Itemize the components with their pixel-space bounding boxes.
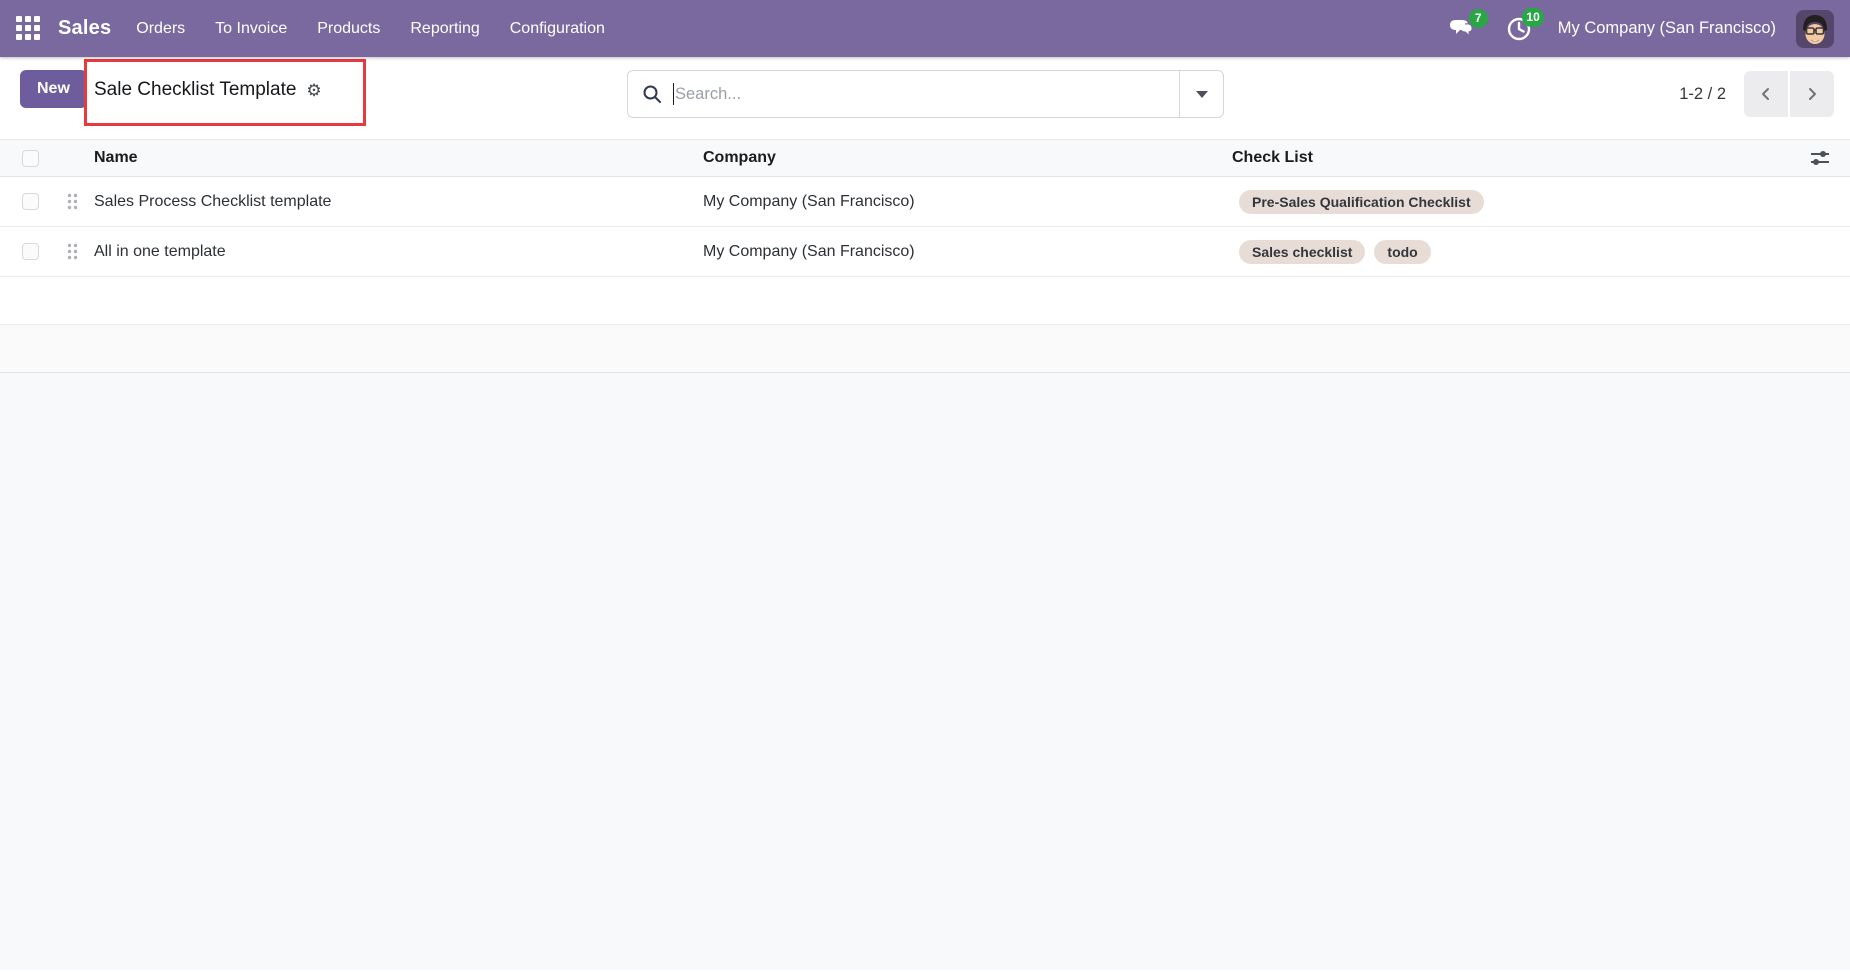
messages-button[interactable]: 7 (1448, 8, 1488, 41)
list-header-row: Name Company Check List (0, 139, 1850, 177)
column-header-company[interactable]: Company (703, 149, 1232, 167)
app-name[interactable]: Sales (58, 17, 111, 40)
checklist-tag[interactable]: todo (1374, 239, 1431, 264)
empty-list-area (0, 277, 1850, 325)
checklist-tag[interactable]: Sales checklist (1239, 239, 1366, 264)
nav-item-configuration[interactable]: Configuration (495, 0, 620, 57)
new-button[interactable]: New (20, 70, 87, 108)
list-footer-band (0, 325, 1850, 373)
cell-company: My Company (San Francisco) (703, 192, 915, 210)
cell-checklist: Pre-Sales Qualification Checklist (1232, 189, 1790, 214)
pager: 1-2 / 2 (1679, 70, 1834, 118)
table-row[interactable]: Sales Process Checklist template My Comp… (0, 177, 1850, 227)
cell-name: Sales Process Checklist template (94, 192, 332, 210)
list-view: Name Company Check List Sales Process Ch… (0, 139, 1850, 373)
navbar-right: 7 10 My Company (San Francisco) (1418, 7, 1834, 48)
gear-icon[interactable]: ⚙ (306, 82, 321, 99)
search-main (628, 71, 1179, 117)
nav-item-reporting[interactable]: Reporting (395, 0, 494, 57)
page-title: Sale Checklist Template (94, 79, 297, 100)
pager-next-button[interactable] (1790, 71, 1834, 117)
drag-handle-icon[interactable] (56, 243, 88, 260)
user-avatar[interactable] (1796, 9, 1834, 48)
chevron-right-icon (1809, 88, 1816, 100)
cell-checklist: Sales checklist todo (1232, 239, 1790, 264)
nav-item-to-invoice[interactable]: To Invoice (200, 0, 302, 57)
sliders-icon (1811, 151, 1829, 165)
nav-item-products[interactable]: Products (302, 0, 395, 57)
column-header-name[interactable]: Name (88, 149, 703, 167)
checklist-tag[interactable]: Pre-Sales Qualification Checklist (1239, 189, 1484, 214)
search-options-toggle[interactable] (1179, 71, 1223, 117)
cell-name: All in one template (94, 242, 226, 260)
control-panel: New Sale Checklist Template ⚙ 1-2 / 2 (0, 57, 1850, 131)
activities-badge: 10 (1522, 7, 1544, 27)
column-header-checklist[interactable]: Check List (1232, 149, 1790, 167)
breadcrumb: Sale Checklist Template ⚙ (94, 79, 322, 101)
search-input[interactable] (674, 84, 1179, 104)
cell-company: My Company (San Francisco) (703, 242, 915, 260)
apps-menu-icon[interactable] (16, 15, 42, 42)
avatar-image (1796, 9, 1834, 48)
top-navbar: Sales Orders To Invoice Products Reporti… (0, 0, 1850, 57)
row-checkbox[interactable] (22, 193, 39, 210)
caret-down-icon (1195, 90, 1208, 98)
search-bar (627, 70, 1224, 118)
page-background (0, 373, 1850, 970)
optional-columns-button[interactable] (1790, 148, 1850, 168)
activities-button[interactable]: 10 (1506, 7, 1544, 42)
magnifier-icon (643, 85, 661, 103)
table-row[interactable]: All in one template My Company (San Fran… (0, 227, 1850, 277)
nav-item-orders[interactable]: Orders (121, 0, 200, 57)
drag-handle-icon[interactable] (56, 193, 88, 210)
pager-previous-button[interactable] (1744, 71, 1788, 117)
chevron-left-icon (1762, 88, 1769, 100)
row-checkbox[interactable] (22, 243, 39, 260)
messages-badge: 7 (1468, 8, 1488, 28)
select-all-checkbox[interactable] (22, 149, 39, 167)
company-switcher[interactable]: My Company (San Francisco) (1558, 19, 1776, 38)
pager-range: 1-2 / 2 (1679, 84, 1726, 103)
